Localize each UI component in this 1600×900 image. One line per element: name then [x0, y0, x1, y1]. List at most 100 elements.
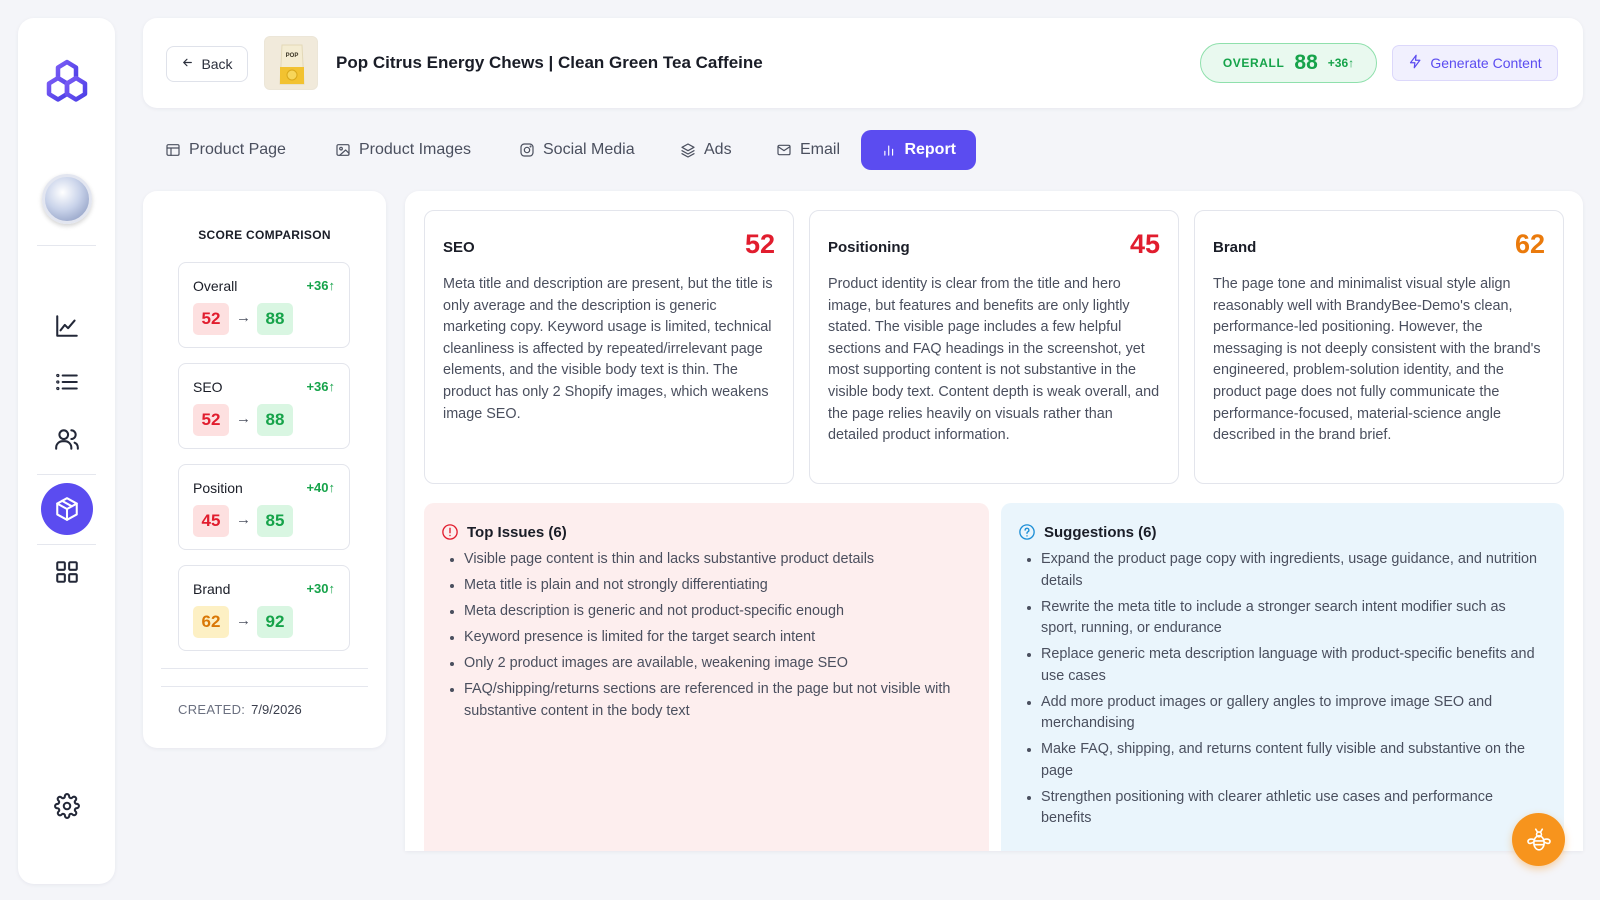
product-thumbnail: POP: [264, 36, 318, 90]
sidebar-item-products[interactable]: [41, 483, 93, 535]
layout-icon: [166, 144, 180, 156]
top-issues-panel: Top Issues (6) Visible page content is t…: [424, 503, 989, 851]
top-issues-heading: Top Issues (6): [441, 523, 567, 541]
suggestions-panel: Suggestions (6) Expand the product page …: [1001, 503, 1564, 851]
list-item: Make FAQ, shipping, and returns content …: [1025, 739, 1545, 782]
created-date: CREATED: 7/9/2026: [178, 702, 302, 717]
score-card-overall: Overall +36↑ 52 → 88: [178, 262, 350, 348]
brand-logo-icon[interactable]: [42, 58, 92, 108]
arrow-right-icon: →: [236, 309, 251, 326]
users-icon: [55, 429, 79, 450]
top-issues-title: Top Issues (6): [467, 523, 567, 541]
arrow-left-icon: [181, 56, 194, 72]
top-issues-list: Visible page content is thin and lacks s…: [448, 549, 968, 727]
score-card-old-score: 52: [193, 404, 229, 436]
panel-divider: [161, 668, 368, 669]
metric-card-seo: SEO 52 Meta title and description are pr…: [424, 210, 794, 484]
generate-content-label: Generate Content: [1430, 55, 1542, 71]
sidebar-item-users[interactable]: [48, 420, 86, 458]
back-button-label: Back: [201, 56, 233, 72]
sidebar-divider: [37, 544, 96, 545]
list-item: Rewrite the meta title to include a stro…: [1025, 597, 1545, 640]
overall-score-badge: OVERALL 88 +36↑: [1200, 43, 1377, 83]
arrow-right-icon: →: [236, 511, 251, 528]
assistant-bee-button[interactable]: [1512, 813, 1565, 866]
metric-name: Brand: [1213, 239, 1257, 256]
list-icon: [56, 373, 78, 391]
score-comparison-panel: SCORE COMPARISON Overall +36↑ 52 → 88 SE…: [143, 191, 386, 748]
arrow-up-icon: ↑: [1348, 56, 1355, 70]
tab-social-media[interactable]: Social Media: [499, 130, 655, 170]
tab-label: Report: [904, 141, 956, 158]
sidebar-item-apps[interactable]: [48, 553, 86, 591]
sidebar-item-list[interactable]: [48, 363, 86, 401]
tab-label: Social Media: [543, 141, 635, 158]
report-panel: SEO 52 Meta title and description are pr…: [405, 191, 1583, 851]
score-card-label: Position: [193, 480, 243, 496]
score-card-old-score: 52: [193, 303, 229, 335]
list-item: Keyword presence is limited for the targ…: [448, 627, 968, 649]
tab-product-page[interactable]: Product Page: [145, 130, 306, 170]
tab-ads[interactable]: Ads: [660, 130, 752, 170]
metric-name: SEO: [443, 239, 475, 256]
lightning-icon: [1408, 54, 1423, 72]
metric-name: Positioning: [828, 239, 910, 256]
score-card-old-score: 62: [193, 606, 229, 638]
list-item: Only 2 product images are available, wea…: [448, 653, 968, 675]
metric-score: 52: [744, 229, 775, 259]
metric-card-brand: Brand 62 The page tone and minimalist vi…: [1194, 210, 1564, 484]
score-comparison-title: SCORE COMPARISON: [198, 228, 331, 242]
box-icon: [56, 497, 78, 521]
tab-product-images[interactable]: Product Images: [315, 130, 491, 170]
grid-icon: [56, 561, 78, 583]
bar-chart-icon: [884, 145, 894, 156]
back-button[interactable]: Back: [166, 46, 248, 82]
workspace-avatar[interactable]: [42, 174, 92, 224]
tab-report[interactable]: Report: [861, 130, 976, 170]
arrow-right-icon: →: [236, 612, 251, 629]
tab-email[interactable]: Email: [756, 130, 860, 170]
tab-label: Product Page: [189, 141, 286, 158]
list-item: Replace generic meta description languag…: [1025, 644, 1545, 687]
list-item: FAQ/shipping/returns sections are refere…: [448, 679, 968, 722]
generate-content-button[interactable]: Generate Content: [1392, 45, 1558, 81]
score-card-label: Brand: [193, 581, 231, 597]
page-header: Back POP Pop Citrus Energy Chews | Clean…: [143, 18, 1583, 108]
tab-label: Email: [800, 141, 841, 158]
metric-description: Product identity is clear from the title…: [828, 276, 1160, 444]
arrow-up-icon: ↑: [328, 581, 336, 596]
layers-icon: [681, 143, 695, 158]
score-card-old-score: 45: [193, 505, 229, 537]
suggestions-heading: Suggestions (6): [1018, 523, 1157, 541]
sidebar-item-analytics[interactable]: [48, 307, 86, 345]
score-card-seo: SEO +36↑ 52 → 88: [178, 363, 350, 449]
gear-icon: [54, 793, 80, 819]
panel-divider: [161, 686, 368, 687]
metric-description: Meta title and description are present, …: [443, 276, 773, 422]
score-card-new-score: 92: [257, 606, 293, 638]
metric-score: 62: [1514, 229, 1545, 259]
sidebar: [18, 18, 115, 884]
arrow-up-icon: ↑: [328, 379, 336, 394]
product-title: Pop Citrus Energy Chews | Clean Green Te…: [336, 53, 763, 72]
help-circle-icon: [1019, 524, 1035, 540]
sidebar-item-settings[interactable]: [48, 787, 86, 825]
line-chart-icon: [56, 315, 78, 337]
image-icon: [336, 144, 350, 156]
overall-score-label: OVERALL: [1222, 56, 1285, 70]
arrow-up-icon: ↑: [328, 480, 336, 495]
score-card-label: Overall: [193, 278, 238, 294]
score-card-delta: +40↑: [306, 480, 335, 495]
created-value: 7/9/2026: [251, 702, 302, 717]
instagram-icon: [520, 143, 534, 157]
created-label: CREATED:: [178, 702, 246, 717]
score-card-new-score: 88: [257, 404, 293, 436]
overall-score-delta: +36↑: [1327, 56, 1355, 70]
arrow-up-icon: ↑: [328, 278, 336, 293]
list-item: Add more product images or gallery angle…: [1025, 692, 1545, 735]
list-item: Meta title is plain and not strongly dif…: [448, 575, 968, 597]
metric-score: 45: [1129, 229, 1160, 259]
tab-label: Product Images: [359, 141, 472, 158]
overall-score-value: 88: [1294, 51, 1318, 74]
sidebar-divider: [37, 474, 96, 475]
